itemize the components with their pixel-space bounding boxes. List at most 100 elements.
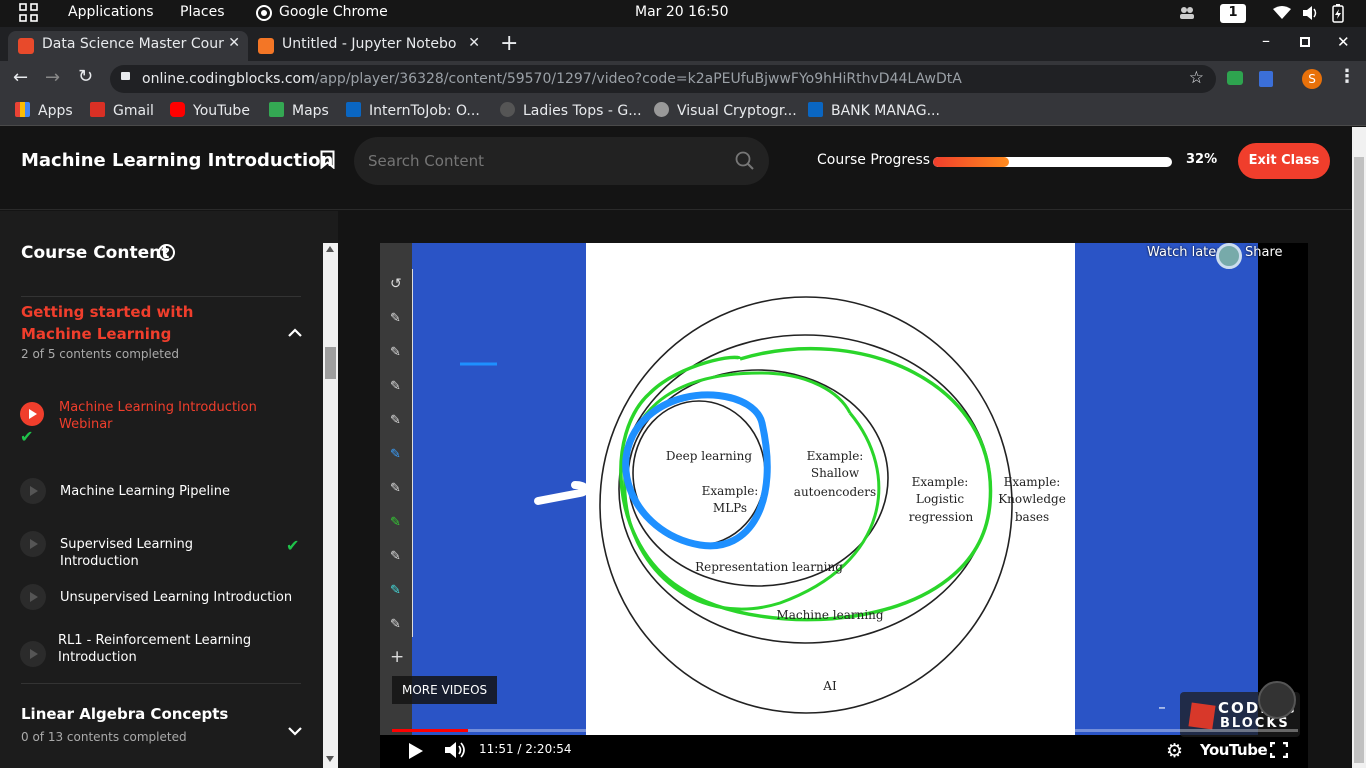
battery-icon[interactable] xyxy=(1332,4,1344,27)
page-scrollbar[interactable] xyxy=(1352,127,1366,768)
bookmark-youtube[interactable]: YouTube xyxy=(170,102,250,119)
jupyter-favicon-icon xyxy=(258,38,274,54)
close-tab-icon[interactable]: ✕ xyxy=(468,35,480,51)
system-top-bar: Applications Places Google Chrome Mar 20… xyxy=(0,0,1366,27)
bookmark-icon[interactable] xyxy=(320,150,335,173)
fullscreen-icon[interactable] xyxy=(1269,741,1289,762)
lock-icon xyxy=(121,72,130,80)
bookmark-maps[interactable]: Maps xyxy=(269,102,329,119)
forward-icon[interactable]: → xyxy=(45,67,60,88)
play-icon xyxy=(20,584,46,610)
applications-menu[interactable]: Applications xyxy=(68,4,154,20)
new-tab-icon[interactable]: + xyxy=(500,31,518,56)
search-icon[interactable] xyxy=(735,151,755,175)
bookmark-gmail[interactable]: Gmail xyxy=(90,102,154,119)
page-scroll-thumb[interactable] xyxy=(1354,157,1364,763)
section-title[interactable]: Getting started with Machine Learning xyxy=(21,301,241,345)
white-pointer-stroke xyxy=(534,481,590,505)
scrollbar-down-arrow[interactable] xyxy=(326,756,334,762)
diagram-mlp-line1: Example: xyxy=(702,484,759,498)
chevron-down-icon[interactable] xyxy=(288,721,302,740)
video-progress-track[interactable] xyxy=(392,729,1298,732)
divider xyxy=(21,296,301,297)
bookmark-label: Apps xyxy=(38,103,73,119)
back-icon[interactable]: ← xyxy=(13,67,28,88)
apps-grid-icon xyxy=(15,102,30,117)
watch-later-button[interactable]: Watch later xyxy=(1147,245,1222,260)
tab-data-science[interactable]: Data Science Master Cour ✕ xyxy=(8,31,248,61)
diagram-deep-learning: Deep learning xyxy=(666,449,752,463)
close-tab-icon[interactable]: ✕ xyxy=(228,35,240,51)
ai-venn-diagram: Deep learning Example: MLPs Example: Sha… xyxy=(460,296,1066,714)
section-title[interactable]: Linear Algebra Concepts xyxy=(21,705,228,723)
settings-gear-icon[interactable]: ⚙ xyxy=(1166,740,1183,762)
lesson-title: Supervised Learning Introduction xyxy=(60,537,193,569)
diagram-kb-line3: bases xyxy=(1015,510,1049,524)
help-icon[interactable]: ? xyxy=(158,244,175,261)
reload-icon[interactable]: ↻ xyxy=(78,66,93,87)
course-progress-bar xyxy=(933,157,1172,167)
bookmark-bank-manag[interactable]: BANK MANAG... xyxy=(808,102,940,119)
extension-1-icon[interactable] xyxy=(1227,71,1243,85)
diagram-kb-line1: Example: xyxy=(1004,475,1061,489)
bookmark-visual-cryptography[interactable]: Visual Cryptogr... xyxy=(654,102,797,119)
search-box[interactable] xyxy=(354,137,769,185)
extension-2-icon[interactable] xyxy=(1259,71,1273,87)
address-bar[interactable]: online.codingblocks.com/app/player/36328… xyxy=(110,65,1216,93)
activities-grid-icon[interactable] xyxy=(19,3,39,27)
share-button[interactable]: Share xyxy=(1245,245,1283,260)
completed-check-icon: ✔ xyxy=(286,536,300,555)
tab-strip: Data Science Master Cour ✕ Untitled - Ju… xyxy=(0,27,1366,61)
url-host: online.codingblocks.com xyxy=(142,71,315,87)
places-menu[interactable]: Places xyxy=(180,4,225,20)
tab-jupyter[interactable]: Untitled - Jupyter Notebo ✕ xyxy=(248,31,488,61)
diagram-logistic-line3: regression xyxy=(909,510,974,524)
clock[interactable]: Mar 20 16:50 xyxy=(635,4,728,20)
volume-icon[interactable] xyxy=(1302,5,1320,25)
video-player[interactable]: ↺ ✎ ✎ ✎ ✎ ✎ ✎ ✎ ✎ ✎ ✎ + Deep learning Ex… xyxy=(380,243,1308,768)
active-app-label[interactable]: Google Chrome xyxy=(279,4,388,20)
bookmark-label: Visual Cryptogr... xyxy=(677,103,797,119)
maximize-window-icon[interactable] xyxy=(1300,37,1310,47)
search-input[interactable] xyxy=(368,149,718,173)
bookmark-interntojob[interactable]: InternToJob: O... xyxy=(346,102,480,119)
bookmark-apps[interactable]: Apps xyxy=(15,102,73,119)
section-meta: 0 of 13 contents completed xyxy=(21,730,187,744)
minus-icon[interactable]: – xyxy=(1151,696,1173,720)
tab-title: Data Science Master Cour xyxy=(42,36,224,52)
github-icon xyxy=(654,102,669,117)
workspace-indicator[interactable]: 1 xyxy=(1220,4,1246,23)
wifi-icon[interactable] xyxy=(1273,6,1291,24)
more-videos-button[interactable]: MORE VIDEOS xyxy=(392,676,498,704)
chevron-up-icon[interactable] xyxy=(288,323,302,342)
chrome-menu-icon[interactable]: ⋮ xyxy=(1338,66,1356,87)
bookmark-ladies-tops[interactable]: Ladies Tops - G... xyxy=(500,102,642,119)
youtube-logo[interactable]: YouTube xyxy=(1200,741,1268,759)
channel-avatar[interactable] xyxy=(1258,681,1296,719)
close-window-icon[interactable]: ✕ xyxy=(1337,33,1350,51)
gmail-icon xyxy=(90,102,105,117)
play-button-icon[interactable] xyxy=(408,742,424,764)
diagram-shallow-line3: autoencoders xyxy=(794,485,876,499)
diagram-mlp-line2: MLPs xyxy=(713,501,747,515)
bookmark-star-icon[interactable]: ☆ xyxy=(1189,68,1204,88)
diagram-kb-line2: Knowledge xyxy=(998,492,1066,506)
people-icon[interactable] xyxy=(1178,5,1196,25)
video-time: 11:51 / 2:20:54 xyxy=(479,742,572,756)
profile-avatar[interactable]: S xyxy=(1302,69,1322,89)
completed-check-icon: ✔ xyxy=(20,427,34,446)
exit-class-button[interactable]: Exit Class xyxy=(1238,143,1330,179)
bookmark-label: Ladies Tops - G... xyxy=(523,103,642,119)
diagram-shallow-line2: Shallow xyxy=(811,466,860,480)
sidebar-scrollbar[interactable] xyxy=(323,243,338,768)
diagram-logistic-line1: Example: xyxy=(912,475,969,489)
lesson-title: Machine Learning Pipeline xyxy=(60,484,230,499)
maps-icon xyxy=(269,102,284,117)
minimize-window-icon[interactable]: – xyxy=(1262,31,1270,50)
linkedin-icon xyxy=(808,102,823,117)
scrollbar-up-arrow[interactable] xyxy=(326,246,334,252)
volume-button-icon[interactable] xyxy=(444,741,466,763)
diagram-representation: Representation learning xyxy=(695,560,843,574)
scrollbar-thumb[interactable] xyxy=(325,347,336,379)
play-icon xyxy=(20,402,44,426)
